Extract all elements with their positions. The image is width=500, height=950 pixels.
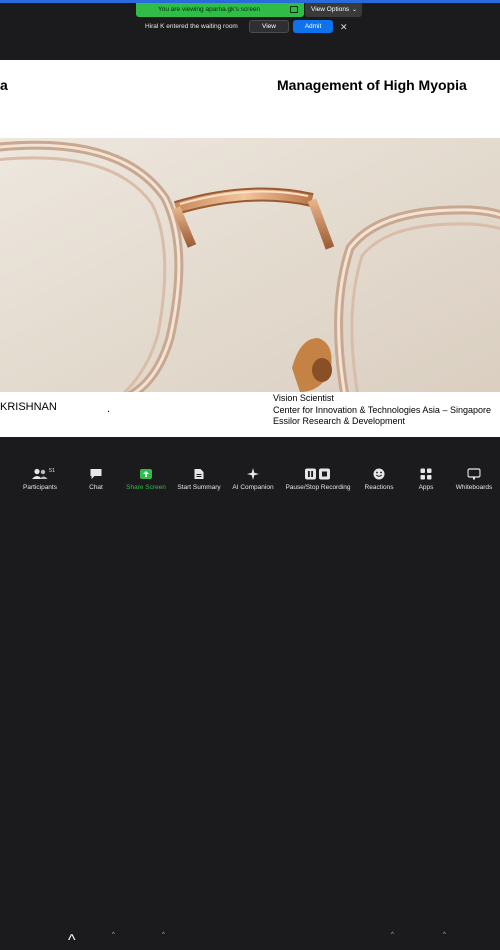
slide-title: Management of High Myopia xyxy=(277,77,467,93)
reactions-label: Reactions xyxy=(364,484,394,491)
slide-dot: . xyxy=(107,403,111,415)
share-screen-icon xyxy=(140,469,152,479)
chat-label: Chat xyxy=(89,484,103,491)
share-screen-caret-icon[interactable]: ^ xyxy=(162,932,165,938)
apps-label: Apps xyxy=(418,484,434,491)
share-banner-text: You are viewing aparna.gk's screen xyxy=(158,6,261,13)
view-waiting-room-button[interactable]: View xyxy=(249,20,289,33)
waiting-room-message: Hiral K entered the waiting room xyxy=(145,23,238,30)
affiliation-block: Vision Scientist Center for Innovation &… xyxy=(273,393,491,428)
start-summary-label: Start Summary xyxy=(177,484,221,491)
close-icon[interactable]: ✕ xyxy=(340,18,348,36)
share-screen-label: Share Screen xyxy=(126,484,166,491)
apps-caret-icon[interactable]: ^ xyxy=(443,932,446,938)
admit-button[interactable]: Admit xyxy=(293,20,333,33)
whiteboard-icon xyxy=(467,468,481,480)
sparkle-icon xyxy=(247,468,259,480)
recording-label: Pause/Stop Recording xyxy=(285,484,351,491)
shared-slide: a Management of High Myopia KRISHNAN . V… xyxy=(0,60,500,437)
presenter-name: KRISHNAN xyxy=(0,401,57,413)
affiliation-line: Vision Scientist xyxy=(273,393,334,403)
affiliation-line: Center for Innovation & Technologies Asi… xyxy=(273,404,491,415)
slide-title-fragment: a xyxy=(0,77,8,93)
view-options-button[interactable]: View Options ⌄ xyxy=(305,3,362,17)
viewing-share-banner[interactable]: You are viewing aparna.gk's screen xyxy=(136,3,304,17)
meeting-toolbar: 51 Participants ^ Chat ^ Share Screen ^ … xyxy=(0,463,500,949)
share-banner-row: You are viewing aparna.gk's screen View … xyxy=(0,3,500,17)
participants-caret-icon[interactable]: ^ xyxy=(68,932,76,950)
affiliation-line: Essilor Research & Development xyxy=(273,416,406,426)
ai-companion-label: AI Companion xyxy=(232,484,274,491)
screen-share-icon xyxy=(290,6,298,13)
participant-count: 51 xyxy=(49,468,56,474)
whiteboards-button[interactable]: Whiteboards xyxy=(452,463,496,500)
waiting-room-notification: Hiral K entered the waiting room View Ad… xyxy=(136,18,360,36)
smiley-icon xyxy=(373,468,385,480)
eyeglasses-photo xyxy=(0,138,500,392)
view-options-label: View Options xyxy=(311,6,350,13)
apps-button[interactable]: Apps xyxy=(412,463,440,500)
chevron-down-icon: ⌄ xyxy=(351,7,357,13)
participants-icon xyxy=(32,468,48,479)
participants-label: Participants xyxy=(23,484,57,491)
reactions-caret-icon[interactable]: ^ xyxy=(391,932,394,938)
share-screen-button[interactable]: Share Screen xyxy=(123,463,169,500)
ai-companion-button[interactable]: AI Companion xyxy=(229,463,277,500)
chat-icon xyxy=(90,469,102,479)
whiteboards-label: Whiteboards xyxy=(455,484,493,491)
chat-caret-icon[interactable]: ^ xyxy=(112,932,115,938)
apps-icon xyxy=(420,468,432,480)
summary-icon xyxy=(194,469,204,479)
pause-stop-icon xyxy=(305,468,330,480)
participants-button[interactable]: 51 Participants xyxy=(18,463,62,500)
start-summary-button[interactable]: Start Summary xyxy=(174,463,224,500)
chat-button[interactable]: Chat xyxy=(82,463,110,500)
pause-stop-recording-button[interactable]: Pause/Stop Recording xyxy=(282,463,354,500)
reactions-button[interactable]: Reactions xyxy=(360,463,398,500)
